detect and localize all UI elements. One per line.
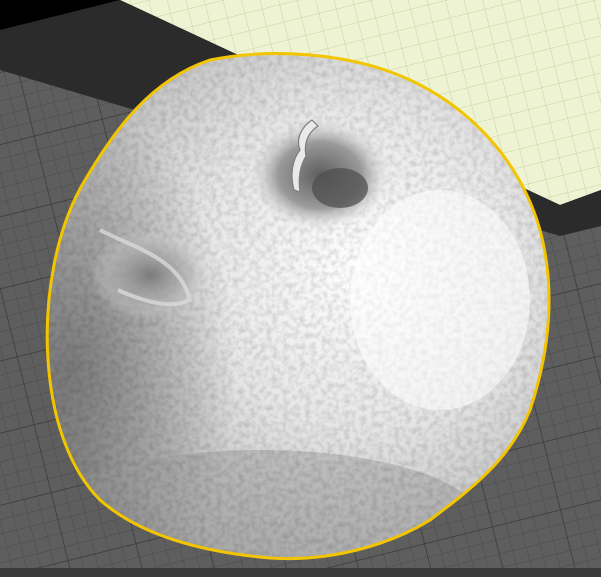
scene-canvas[interactable] [0,0,601,577]
3d-viewport[interactable] [0,0,601,577]
stem-cavity-inner [312,168,368,208]
apple-highlight [350,190,530,410]
side-dimple [90,230,210,320]
plate-front-edge [0,568,601,577]
